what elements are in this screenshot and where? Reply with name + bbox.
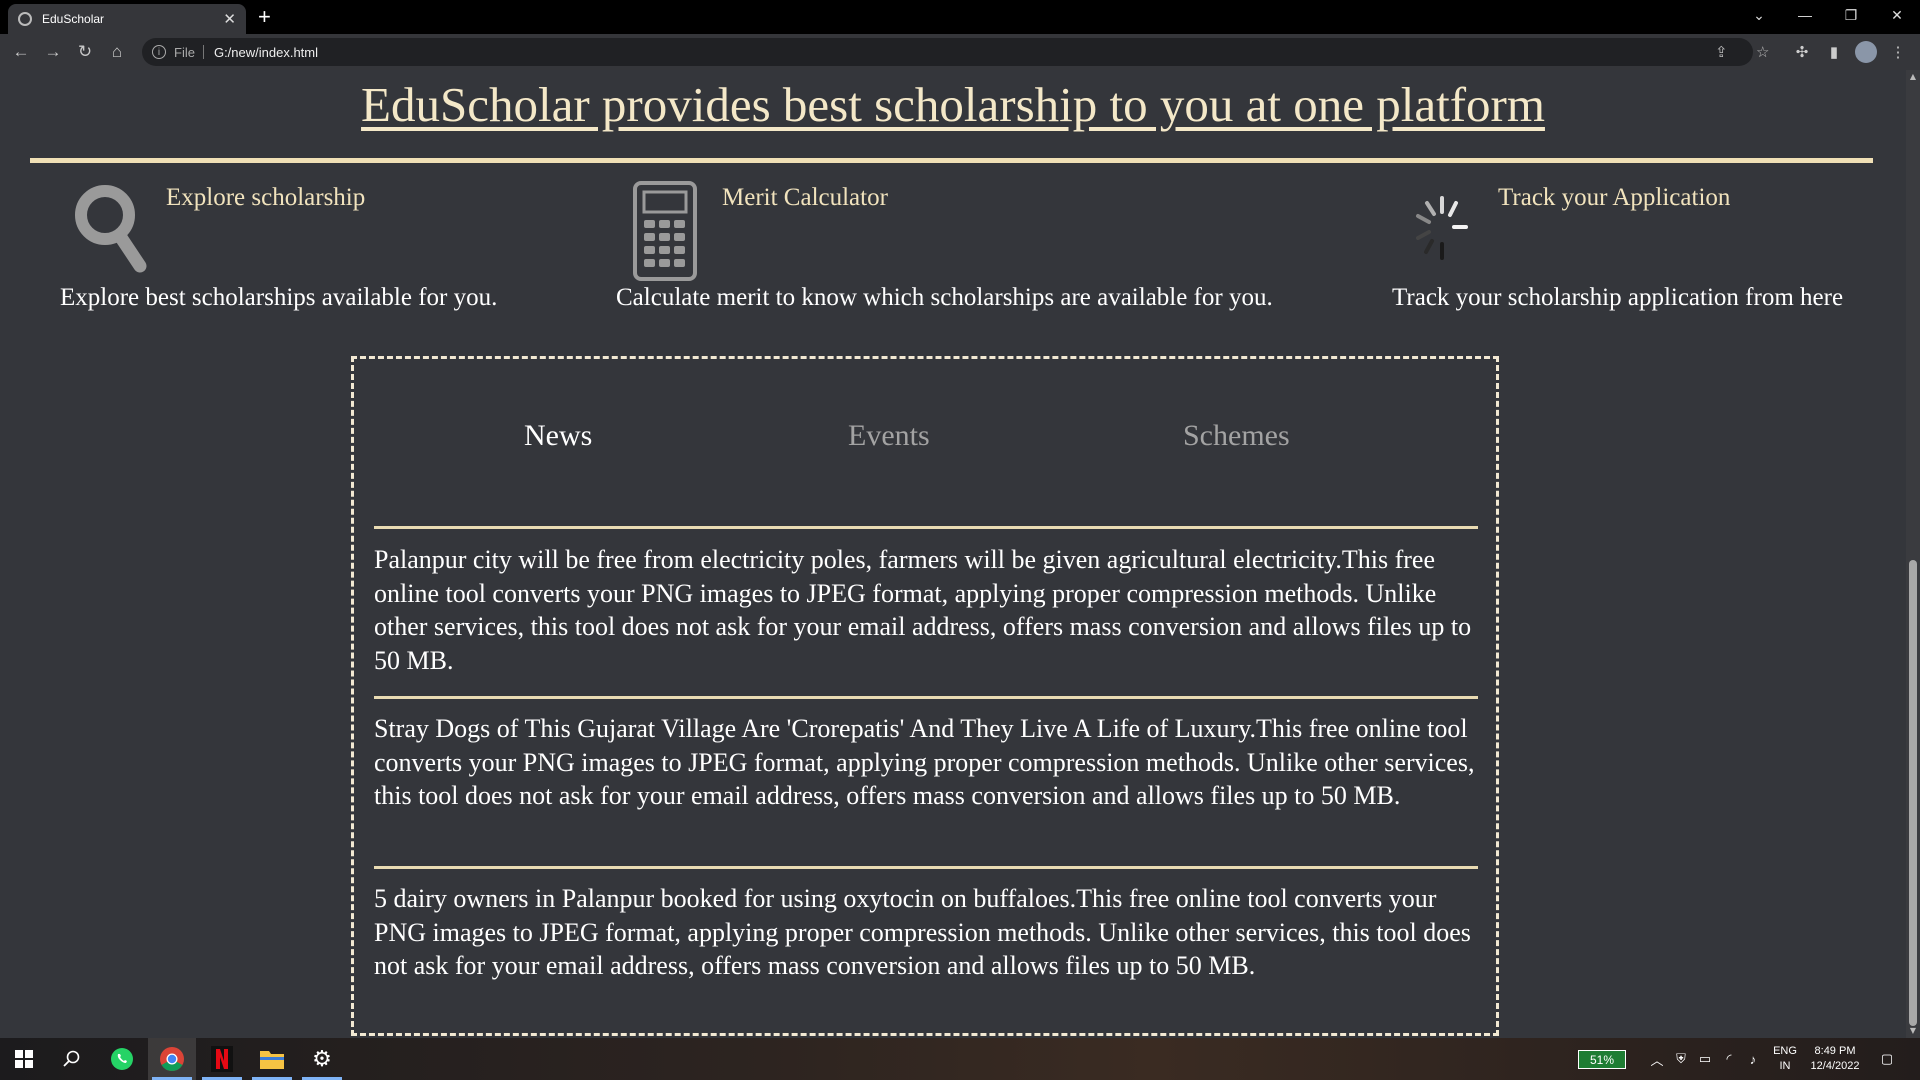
bookmark-star-icon[interactable]: ☆ <box>1756 38 1769 66</box>
news-item: 5 dairy owners in Palanpur booked for us… <box>374 884 1471 980</box>
search-icon <box>75 185 147 273</box>
share-icon[interactable]: ⇪ <box>1715 38 1728 66</box>
region-code: IN <box>1779 1060 1791 1072</box>
wifi-icon[interactable]: ◜ <box>1720 1050 1738 1068</box>
track-application-link[interactable]: Track your Application <box>1498 184 1730 212</box>
start-button[interactable] <box>0 1038 48 1080</box>
scroll-down-arrow-icon[interactable]: ▼ <box>1908 1026 1918 1036</box>
news-divider <box>374 526 1478 529</box>
news-divider <box>374 866 1478 869</box>
extensions-icon[interactable]: ✣ <box>1790 40 1814 64</box>
page-viewport: EduScholar provides best scholarship to … <box>0 70 1906 1038</box>
track-description: Track your scholarship application from … <box>1392 284 1844 311</box>
chrome-app[interactable] <box>148 1038 196 1080</box>
battery-indicator[interactable]: 51% <box>1578 1050 1626 1069</box>
avatar <box>1855 41 1877 63</box>
language-code: ENG <box>1773 1045 1797 1057</box>
clock-time: 8:49 PM <box>1814 1045 1856 1057</box>
scroll-up-arrow-icon[interactable]: ▲ <box>1908 72 1918 82</box>
news-panel: News Events Schemes Palanpur city will b… <box>351 356 1499 1036</box>
news-item: Palanpur city will be free from electric… <box>374 545 1472 675</box>
address-bar[interactable]: i File G:/new/index.html ⇪ ☆ <box>142 38 1769 66</box>
news-divider <box>374 696 1478 699</box>
netflix-icon <box>211 1046 233 1072</box>
news-tabs: News Events Schemes <box>354 419 1496 467</box>
notification-icon[interactable]: ▢ <box>1878 1050 1896 1068</box>
tab-schemes[interactable]: Schemes <box>1183 419 1290 453</box>
windows-taskbar: ⚙ 51% ︿ ⛨ ▭ ◜ ♪ ENG IN 8:49 PM 12/4/2022… <box>0 1038 1920 1080</box>
netflix-app[interactable] <box>198 1038 246 1080</box>
headline-divider <box>30 158 1873 163</box>
profile-avatar[interactable] <box>1854 40 1878 64</box>
page-headline-link[interactable]: EduScholar provides best scholarship to … <box>0 76 1906 133</box>
feature-merit <box>632 180 698 287</box>
search-taskbar-button[interactable] <box>48 1038 96 1080</box>
close-window-button[interactable]: ✕ <box>1874 0 1920 30</box>
home-icon[interactable]: ⌂ <box>105 40 129 64</box>
feature-track <box>1412 194 1472 271</box>
tab-events[interactable]: Events <box>848 419 930 453</box>
tab-search-icon[interactable]: ⌄ <box>1736 0 1782 30</box>
globe-icon <box>18 12 32 26</box>
news-item: Stray Dogs of This Gujarat Village Are '… <box>374 714 1475 810</box>
merit-calculator-link[interactable]: Merit Calculator <box>722 184 888 212</box>
new-tab-button[interactable]: + <box>258 4 271 30</box>
windows-logo-icon <box>15 1050 33 1068</box>
explore-scholarship-link[interactable]: Explore scholarship <box>166 184 365 212</box>
chrome-icon <box>160 1047 184 1072</box>
gear-icon: ⚙ <box>312 1046 332 1072</box>
back-icon[interactable]: ← <box>9 40 33 64</box>
reload-icon[interactable]: ↻ <box>73 40 97 64</box>
page-scrollbar[interactable]: ▲ ▼ <box>1906 70 1920 1038</box>
restore-button[interactable]: ❐ <box>1828 0 1874 30</box>
tab-news[interactable]: News <box>524 419 592 453</box>
menu-kebab-icon[interactable]: ⋮ <box>1886 40 1910 64</box>
battery-icon[interactable]: ▭ <box>1696 1050 1714 1068</box>
browser-tabstrip: EduScholar ✕ + ⌄ — ❐ ✕ <box>0 0 1920 34</box>
clock-date: 12/4/2022 <box>1810 1060 1860 1072</box>
browser-tab[interactable]: EduScholar ✕ <box>8 4 246 34</box>
file-explorer-app[interactable] <box>248 1038 296 1080</box>
search-icon <box>63 1050 80 1067</box>
whatsapp-app[interactable] <box>98 1038 146 1080</box>
settings-app[interactable]: ⚙ <box>298 1038 346 1080</box>
close-tab-icon[interactable]: ✕ <box>223 10 236 28</box>
browser-toolbar: ← → ↻ ⌂ i File G:/new/index.html ⇪ ☆ ✣ ▮… <box>0 34 1920 70</box>
calculator-icon <box>633 181 697 281</box>
folder-icon <box>260 1051 284 1069</box>
scroll-thumb[interactable] <box>1909 560 1917 1026</box>
url-scheme: File <box>174 44 195 60</box>
chevron-up-icon[interactable]: ︿ <box>1648 1050 1666 1068</box>
minimize-button[interactable]: — <box>1782 0 1828 30</box>
url-separator <box>202 45 204 59</box>
clock[interactable]: 8:49 PM 12/4/2022 <box>1806 1044 1864 1074</box>
forward-icon[interactable]: → <box>41 40 65 64</box>
side-panel-icon[interactable]: ▮ <box>1822 40 1846 64</box>
tab-title: EduScholar <box>42 12 105 26</box>
merit-description: Calculate merit to know which scholarshi… <box>616 284 1273 311</box>
feature-explore <box>72 182 148 279</box>
language-indicator[interactable]: ENG IN <box>1770 1044 1800 1074</box>
explore-description: Explore best scholarships available for … <box>60 284 498 311</box>
security-icon[interactable]: ⛨ <box>1672 1050 1690 1068</box>
whatsapp-icon <box>111 1048 133 1070</box>
volume-icon[interactable]: ♪ <box>1744 1050 1762 1068</box>
info-icon[interactable]: i <box>152 45 166 59</box>
loading-spinner-icon <box>1416 196 1468 260</box>
url-text[interactable]: G:/new/index.html <box>214 45 318 60</box>
